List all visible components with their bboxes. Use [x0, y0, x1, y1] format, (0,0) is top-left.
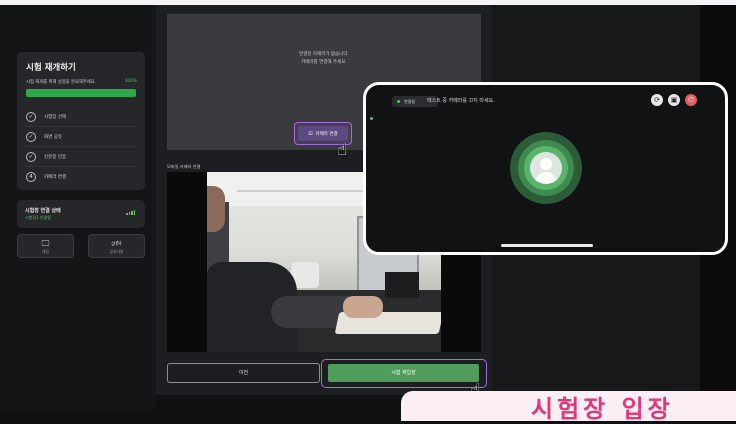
progress-bar	[26, 89, 136, 97]
notice-button-label: 공지사항	[109, 249, 124, 254]
caption-banner: 시험장 입장	[401, 391, 736, 423]
step-id-verify: ✓ 신분증 인증	[26, 152, 66, 162]
connection-status-label: 연결됨	[404, 98, 416, 104]
speaker-icon: 🕬	[111, 239, 122, 248]
step-venue-select: ✓ 시험장 선택	[26, 112, 66, 122]
camera-switch-icon[interactable]: ⟳	[651, 94, 663, 106]
previous-button[interactable]: 이전	[167, 363, 320, 383]
check-icon: ✓	[26, 152, 36, 162]
progress-card: 시험 재개하기 시험 재개를 위해 설정을 완료해주세요. 100% ✓ 시험장…	[17, 52, 145, 190]
connect-camera-label: 카메라 연결	[315, 131, 338, 137]
camera-empty-message: 연결된 카메라가 없습니다. 카메라를 연결해 주세요.	[167, 51, 481, 67]
notice-button[interactable]: 🕬 공지사항	[88, 234, 145, 258]
home-indicator	[501, 244, 593, 247]
progress-percent: 100%	[124, 79, 137, 84]
signal-icon	[126, 210, 135, 215]
hand-cursor-icon: ☝	[337, 140, 348, 160]
camera-icon: ⊡	[308, 130, 313, 137]
divider	[26, 126, 136, 127]
step-label: 카메라 연결	[44, 175, 67, 180]
step-label: 시험장 선택	[44, 115, 67, 120]
mobile-camera-label: 모바일 카메라 연결	[167, 164, 201, 169]
progress-bar-fill	[26, 89, 136, 97]
camera-empty-line1: 연결된 카메라가 없습니다.	[299, 52, 349, 57]
divider	[26, 146, 136, 147]
camera-empty-line2: 카메라를 연결해 주세요.	[301, 60, 347, 65]
user-avatar-icon	[530, 152, 562, 184]
check-icon: ✓	[26, 132, 36, 142]
step-camera-connect: 4 카메라 연결	[26, 172, 66, 182]
reenter-exam-button[interactable]: 시험 재입장	[328, 364, 479, 382]
step-screen-share: ✓ 화면 공유	[26, 132, 62, 142]
caption-text: 시험장 입장	[531, 395, 674, 423]
divider	[26, 166, 136, 167]
progress-subtitle: 시험 재개를 위해 설정을 완료해주세요.	[26, 80, 97, 85]
step-number-icon: 4	[26, 172, 36, 182]
network-status-card: 시험장 연결 상태 시험장1 연결됨	[17, 200, 145, 228]
network-status-title: 시험장 연결 상태	[25, 208, 61, 214]
step-label: 신분증 인증	[44, 155, 67, 160]
phone-notice-text: 테스트 중 카메라를 끄지 마세요.	[427, 98, 495, 104]
chat-button-label: 채팅	[42, 249, 49, 254]
phone-camera-overlay: 연결됨 테스트 중 카메라를 끄지 마세요. ⟳ ▣ ⏻	[363, 82, 728, 255]
chat-icon: 🖵	[41, 239, 50, 248]
power-icon[interactable]: ⏻	[685, 94, 697, 106]
chat-button[interactable]: 🖵 채팅	[17, 234, 74, 258]
recording-dot	[370, 117, 373, 120]
network-status-text: 시험장1 연결됨	[25, 215, 51, 220]
info-icon[interactable]: ▣	[668, 94, 680, 106]
start-button-highlight: 시험 재입장	[321, 359, 487, 388]
status-dot	[397, 100, 400, 103]
progress-title: 시험 재개하기	[26, 63, 76, 73]
check-icon: ✓	[26, 112, 36, 122]
connect-camera-button[interactable]: ⊡ 카메라 연결	[298, 126, 348, 141]
step-label: 화면 공유	[44, 135, 62, 140]
